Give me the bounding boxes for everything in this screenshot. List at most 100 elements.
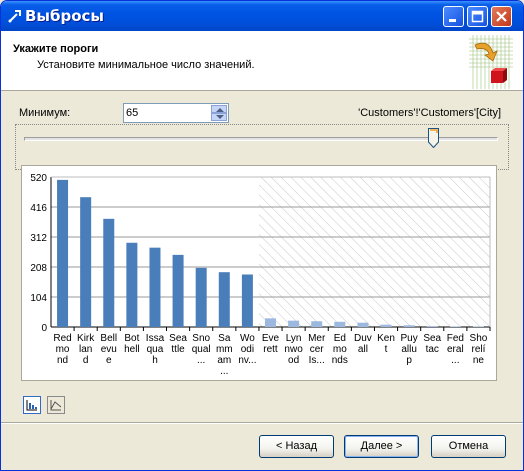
minimum-label: Минимум: bbox=[19, 107, 71, 119]
included-bar bbox=[149, 247, 161, 327]
x-tick-label: p bbox=[406, 355, 412, 366]
x-tick-label: mo bbox=[333, 344, 347, 355]
included-bar bbox=[195, 267, 207, 327]
y-tick-label: 0 bbox=[41, 323, 47, 334]
x-tick-label: d bbox=[83, 355, 89, 366]
x-tick-label: Kirk bbox=[77, 333, 95, 344]
x-tick-label: Eve bbox=[262, 333, 280, 344]
x-tick-label: ... bbox=[451, 355, 459, 366]
curve-view-button[interactable] bbox=[47, 396, 65, 414]
excluded-bar bbox=[426, 326, 438, 327]
y-tick-label: 104 bbox=[30, 293, 47, 304]
x-tick-label: Sa bbox=[218, 333, 231, 344]
cancel-button[interactable]: Отмена bbox=[431, 435, 506, 458]
slider-thumb[interactable] bbox=[428, 128, 439, 148]
x-tick-label: Issa bbox=[146, 333, 165, 344]
x-tick-label: Wo bbox=[240, 333, 255, 344]
excluded-bar bbox=[288, 320, 300, 327]
x-tick-label: Is... bbox=[309, 355, 325, 366]
included-bar bbox=[218, 272, 230, 327]
excluded-bar bbox=[357, 322, 369, 327]
excluded-bar bbox=[380, 324, 392, 327]
curve-icon bbox=[50, 400, 62, 411]
excluded-bar bbox=[403, 325, 415, 327]
x-tick-label: mo bbox=[56, 344, 70, 355]
spin-up-button[interactable] bbox=[211, 105, 227, 113]
included-bar bbox=[80, 197, 92, 327]
x-tick-label: od bbox=[288, 355, 299, 366]
x-tick-label: Red bbox=[53, 333, 71, 344]
chart-canvas: 0104208312416520RedmondKirklandBellevueB… bbox=[30, 173, 491, 377]
x-tick-label: nv... bbox=[238, 355, 256, 366]
x-tick-label: lan bbox=[79, 344, 92, 355]
excluded-bar bbox=[472, 326, 484, 327]
spin-down-button[interactable] bbox=[211, 113, 227, 121]
x-tick-label: qua bbox=[147, 344, 164, 355]
x-tick-label: ttle bbox=[171, 344, 185, 355]
minimize-button[interactable] bbox=[443, 6, 464, 27]
x-tick-label: am bbox=[217, 355, 231, 366]
threshold-slider[interactable] bbox=[15, 124, 509, 170]
excluded-bar bbox=[334, 321, 346, 327]
x-tick-label: e bbox=[106, 355, 112, 366]
minimum-input[interactable] bbox=[126, 105, 210, 121]
x-tick-label: Puy bbox=[401, 333, 418, 344]
x-tick-label: allu bbox=[401, 344, 417, 355]
x-tick-label: Mer bbox=[308, 333, 326, 344]
wizard-graphic-icon bbox=[469, 35, 513, 89]
x-tick-label: t bbox=[385, 344, 388, 355]
x-tick-label: relí bbox=[471, 344, 485, 355]
x-tick-label: Ed bbox=[334, 333, 346, 344]
page-subtitle: Установите минимальное число значений. bbox=[37, 59, 255, 71]
x-tick-label: nd bbox=[57, 355, 68, 366]
back-button[interactable]: < Назад bbox=[259, 435, 334, 458]
x-tick-label: Sea bbox=[423, 333, 441, 344]
y-tick-label: 416 bbox=[30, 203, 47, 214]
arrow-down-icon bbox=[216, 115, 224, 119]
x-tick-label: ... bbox=[197, 355, 205, 366]
histogram-view-button[interactable] bbox=[23, 396, 41, 414]
included-bar bbox=[241, 274, 253, 327]
y-tick-label: 208 bbox=[30, 263, 47, 274]
minimum-spinbox[interactable] bbox=[123, 103, 229, 123]
maximize-button[interactable] bbox=[467, 6, 488, 27]
x-tick-label: h bbox=[152, 355, 158, 366]
x-tick-label: ... bbox=[220, 366, 228, 377]
close-icon bbox=[496, 11, 507, 22]
window-title: Выбросы bbox=[25, 7, 104, 25]
x-tick-label: Sho bbox=[470, 333, 488, 344]
excluded-bar bbox=[265, 318, 276, 327]
included-bar bbox=[172, 254, 184, 327]
excluded-bar bbox=[311, 321, 323, 327]
included-bar bbox=[126, 242, 138, 327]
x-tick-label: Sno bbox=[192, 333, 210, 344]
slider-track[interactable] bbox=[24, 137, 498, 141]
footer-separator bbox=[1, 422, 523, 424]
excluded-region bbox=[258, 177, 490, 327]
x-tick-label: Lyn bbox=[286, 333, 302, 344]
wizard-window: Выбросы Укажите пороги Установите минима… bbox=[0, 0, 524, 471]
title-bar[interactable]: Выбросы bbox=[1, 1, 523, 31]
x-tick-label: nwo bbox=[284, 344, 303, 355]
close-button[interactable] bbox=[491, 6, 512, 27]
x-tick-label: ne bbox=[473, 355, 485, 366]
y-tick-label: 312 bbox=[30, 233, 47, 244]
x-tick-label: mm bbox=[216, 344, 233, 355]
x-tick-label: hell bbox=[124, 344, 140, 355]
wizard-header: Укажите пороги Установите минимальное чи… bbox=[1, 31, 523, 91]
x-tick-label: cer bbox=[310, 344, 325, 355]
x-tick-label: tac bbox=[426, 344, 439, 355]
included-bar bbox=[57, 179, 69, 327]
x-tick-label: odi bbox=[241, 344, 254, 355]
included-bar bbox=[103, 218, 115, 327]
x-tick-label: Bot bbox=[124, 333, 139, 344]
y-tick-label: 520 bbox=[30, 173, 47, 184]
x-tick-label: nds bbox=[332, 355, 348, 366]
next-button[interactable]: Далее > bbox=[344, 435, 419, 458]
minimize-icon bbox=[449, 19, 456, 22]
page-title: Укажите пороги bbox=[13, 43, 99, 55]
x-tick-label: Fed bbox=[447, 333, 464, 344]
arrow-up-icon bbox=[216, 108, 224, 112]
outliers-app-icon bbox=[8, 10, 21, 23]
histogram-chart: 0 104 208 312 416 520 Red mo nd Kirk lan d Bell evu e B… bbox=[21, 165, 497, 381]
